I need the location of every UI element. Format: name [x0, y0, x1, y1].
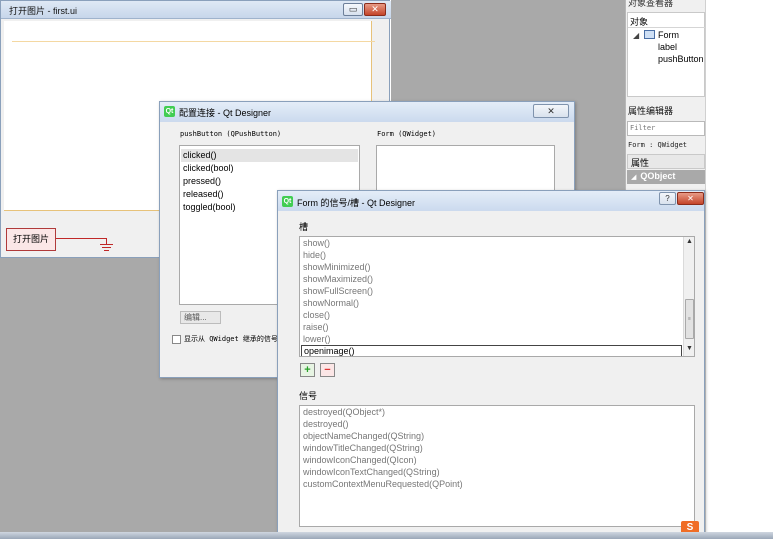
open-image-button[interactable]: 打开图片: [6, 228, 56, 251]
remove-slot-button[interactable]: −: [320, 363, 335, 377]
scrollbar-thumb[interactable]: ≡: [685, 299, 694, 339]
dialog-title: Form 的信号/槽 - Qt Designer: [297, 198, 416, 208]
list-item[interactable]: showNormal(): [303, 298, 359, 308]
tree-item-label[interactable]: label: [658, 42, 677, 52]
list-item[interactable]: pressed(): [181, 175, 358, 188]
receiver-label: Form (QWidget): [377, 130, 437, 138]
expand-arrow-icon[interactable]: ◢: [633, 31, 639, 40]
scroll-down-icon[interactable]: ▼: [684, 345, 694, 352]
property-column-header[interactable]: 属性: [627, 154, 705, 169]
minimize-button[interactable]: ▭: [343, 3, 363, 16]
scroll-up-icon[interactable]: ▲: [684, 238, 694, 245]
property-class-label: Form : QWidget: [628, 141, 688, 149]
selected-slot-editor[interactable]: openimage(): [301, 345, 682, 356]
list-item[interactable]: clicked(bool): [181, 162, 358, 175]
ground-symbol-icon: [102, 247, 111, 248]
list-item[interactable]: showFullScreen(): [303, 286, 373, 296]
list-item[interactable]: windowIconTextChanged(QString): [303, 467, 440, 477]
ground-symbol-icon: [100, 244, 113, 245]
property-section-label: QObject: [640, 171, 676, 181]
list-item[interactable]: close(): [303, 310, 330, 320]
list-item[interactable]: showMaximized(): [303, 274, 373, 284]
property-filter-input[interactable]: Filter: [627, 121, 705, 136]
list-item[interactable]: lower(): [303, 334, 331, 344]
add-slot-button[interactable]: +: [300, 363, 315, 377]
sender-label: pushButton (QPushButton): [180, 130, 282, 138]
list-item[interactable]: raise(): [303, 322, 329, 332]
signals-slots-dialog[interactable]: Qt Form 的信号/槽 - Qt Designer ? ✕ 槽 show()…: [277, 190, 705, 539]
property-section-qobject[interactable]: ◢ QObject: [627, 170, 705, 184]
inherit-checkbox-label[interactable]: 显示从 QWidget 继承的信号和槽: [184, 334, 292, 344]
list-item[interactable]: show(): [303, 238, 330, 248]
dialog-titlebar[interactable]: Qt Form 的信号/槽 - Qt Designer ? ✕: [278, 191, 704, 211]
dialog-titlebar[interactable]: Qt 配置连接 - Qt Designer ✕: [160, 102, 574, 122]
object-inspector-title: 对象查看器: [628, 0, 674, 8]
list-item[interactable]: clicked(): [181, 149, 358, 162]
close-button[interactable]: ✕: [533, 104, 569, 118]
desktop-background: [705, 0, 773, 539]
qt-app-icon: Qt: [282, 196, 293, 207]
form-widget-icon: [644, 30, 655, 39]
list-item[interactable]: hide(): [303, 250, 326, 260]
property-editor-title: 属性编辑器: [628, 106, 674, 116]
list-item[interactable]: customContextMenuRequested(QPoint): [303, 479, 463, 489]
qt-app-icon: Qt: [164, 106, 175, 117]
list-item[interactable]: destroyed(QObject*): [303, 407, 385, 417]
header-divider: [628, 27, 706, 28]
object-tree[interactable]: 对象 ◢ Form label pushButton: [627, 12, 706, 97]
selected-slot-text[interactable]: openimage(): [304, 346, 355, 356]
panel-divider: [705, 0, 706, 539]
tree-item-pushbutton[interactable]: pushButton: [658, 54, 704, 64]
help-button[interactable]: ?: [659, 192, 676, 205]
signals-heading: 信号: [299, 391, 318, 401]
connection-wire: [56, 238, 106, 239]
close-button[interactable]: ✕: [677, 192, 704, 205]
form-editor-titlebar[interactable]: 打开图片 - first.ui ▭ ✕: [1, 1, 391, 19]
list-item[interactable]: objectNameChanged(QString): [303, 431, 424, 441]
vertical-scrollbar[interactable]: ▲ ≡ ▼: [683, 237, 694, 356]
dialog-title: 配置连接 - Qt Designer: [179, 108, 272, 118]
list-item[interactable]: windowIconChanged(QIcon): [303, 455, 417, 465]
form-editor-title: 打开图片 - first.ui: [9, 6, 78, 16]
close-button[interactable]: ✕: [364, 3, 386, 16]
list-item[interactable]: windowTitleChanged(QString): [303, 443, 423, 453]
taskbar: [0, 532, 773, 539]
signals-list[interactable]: destroyed(QObject*) destroyed() objectNa…: [299, 405, 695, 527]
tree-item-form[interactable]: Form: [658, 30, 679, 40]
list-item[interactable]: destroyed(): [303, 419, 349, 429]
ground-symbol-icon: [104, 250, 109, 251]
list-item[interactable]: showMinimized(): [303, 262, 371, 272]
edit-button[interactable]: 编辑...: [180, 311, 221, 324]
inherit-checkbox[interactable]: [172, 335, 181, 344]
slots-list[interactable]: show() hide() showMinimized() showMaximi…: [299, 236, 695, 357]
grip-icon: ≡: [688, 316, 691, 322]
collapse-arrow-icon[interactable]: ◢: [631, 174, 636, 181]
slots-heading: 槽: [299, 222, 309, 232]
